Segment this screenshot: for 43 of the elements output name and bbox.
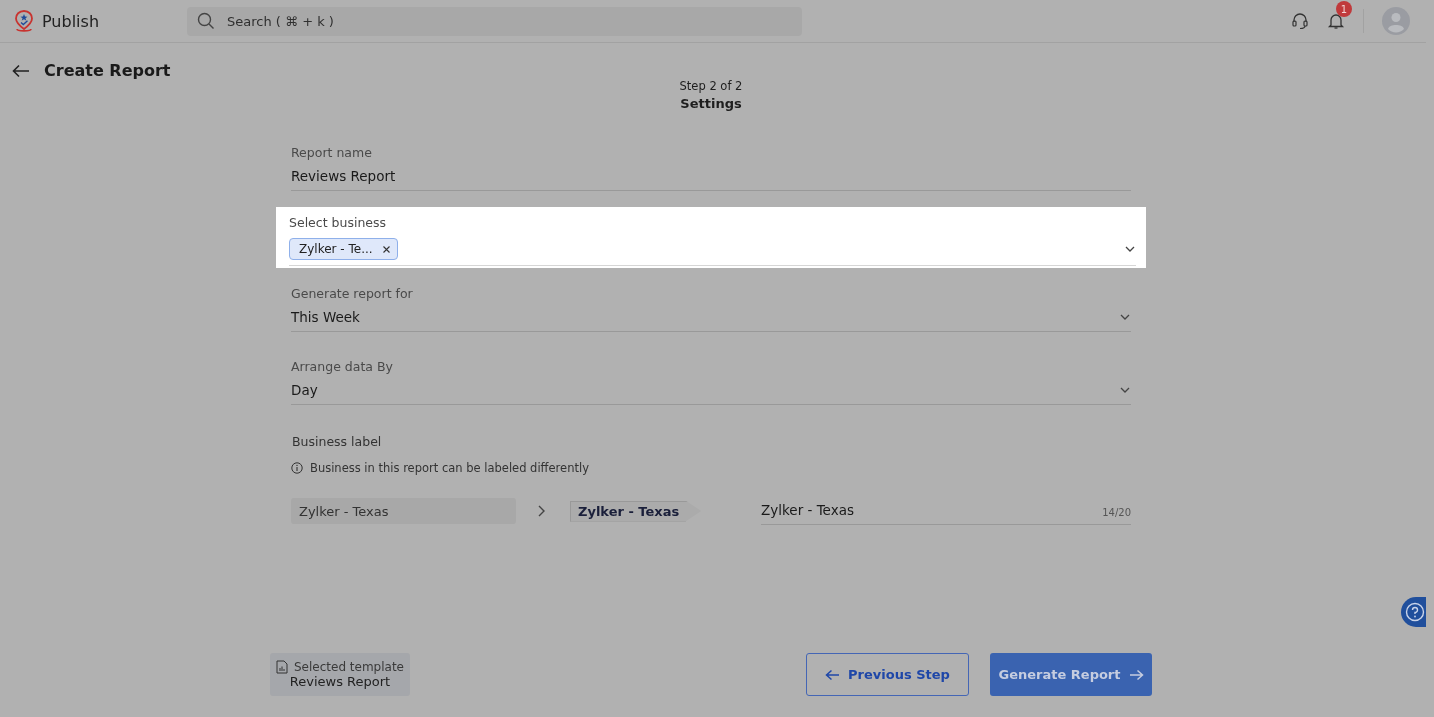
previous-step-button[interactable]: Previous Step [806,653,969,696]
label-tag: Zylker - Texas [570,500,702,522]
template-card[interactable]: Selected template Reviews Report [270,653,410,696]
generate-report-button[interactable]: Generate Report [990,653,1152,696]
dropdown-field[interactable]: Zylker - Te... [289,232,1136,266]
bell-icon[interactable] [1327,12,1345,30]
character-counter: 14/20 [1102,506,1131,518]
field-label: Report name [291,144,373,162]
back-arrow-icon[interactable] [12,63,30,78]
chevron-right-icon [536,504,546,518]
section-title: Business label [291,433,383,451]
template-caption: Selected template [294,660,404,674]
template-name: Reviews Report [289,674,391,689]
text-field[interactable]: Reviews Report [291,162,1131,191]
app-name: Publish [42,11,100,31]
original-name: Zylker - Texas [291,498,516,524]
notification-badge: 1 [1336,1,1352,17]
logo-icon [14,9,34,33]
headset-icon[interactable] [1291,12,1309,30]
field-value: Day [291,381,318,398]
arrow-right-icon [1128,668,1144,681]
step-title: Settings [679,95,743,113]
search-field[interactable]: Search ( ⌘ + k ) [187,6,802,36]
page-title: Create Report [44,61,171,80]
document-icon [276,660,288,674]
chevron-down-icon [1124,244,1136,254]
field-value: This Week [291,308,360,325]
step-indicator: Step 2 of 2 [678,78,744,94]
selected-chip[interactable]: Zylker - Te... [289,238,398,260]
info-icon [291,462,303,474]
arrow-left-icon [825,668,841,681]
close-icon[interactable] [382,245,390,253]
info-text: Business in this report can be labeled differently [310,461,589,475]
search-icon [197,11,215,30]
help-button[interactable] [1401,597,1426,627]
field-label: Select business [289,214,387,232]
dropdown-field[interactable]: Day [291,376,1131,405]
dropdown-field[interactable]: This Week [291,303,1131,332]
field-label: Arrange data By [291,358,394,376]
chip-label: Zylker - Te... [299,242,373,256]
field-label: Generate report for [291,285,414,303]
label-input[interactable]: Zylker - Texas 14/20 [761,497,1131,525]
help-icon [1405,602,1425,622]
